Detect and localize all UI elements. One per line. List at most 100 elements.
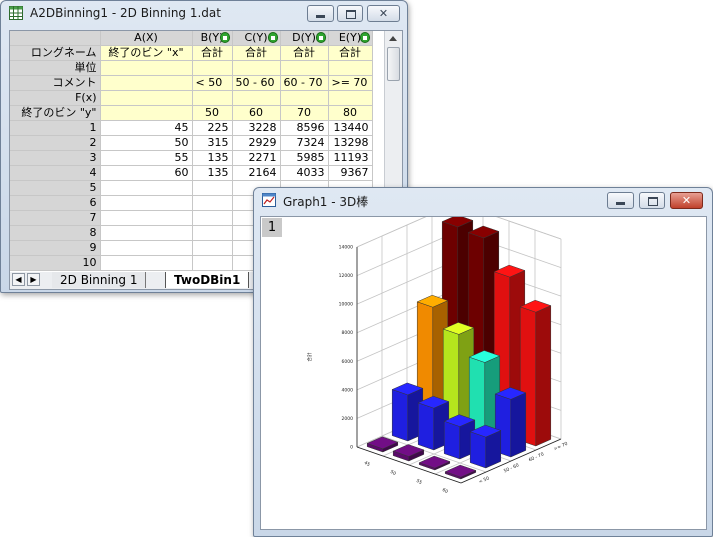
row-header[interactable]: 8 bbox=[10, 225, 101, 241]
sheet-tab-twodbin1[interactable]: TwoDBin1 bbox=[165, 272, 250, 288]
close-icon bbox=[671, 193, 702, 208]
graph-maximize-button[interactable] bbox=[639, 192, 665, 209]
meta-cell[interactable] bbox=[328, 60, 373, 76]
meta-cell[interactable] bbox=[328, 90, 373, 106]
meta-cell[interactable]: 合計 bbox=[280, 45, 329, 61]
graph-minimize-button[interactable] bbox=[607, 192, 634, 209]
meta-cell[interactable]: 60 bbox=[232, 105, 281, 121]
meta-cell[interactable] bbox=[100, 60, 193, 76]
meta-cell[interactable]: 50 bbox=[192, 105, 233, 121]
meta-cell[interactable]: 80 bbox=[328, 105, 373, 121]
data-cell[interactable]: 55 bbox=[100, 150, 193, 166]
lock-icon bbox=[359, 32, 370, 43]
data-cell[interactable]: 2271 bbox=[232, 150, 281, 166]
data-cell[interactable] bbox=[100, 195, 193, 211]
data-cell[interactable]: 50 bbox=[100, 135, 193, 151]
maximize-button[interactable] bbox=[337, 5, 363, 22]
row-header[interactable]: 3 bbox=[10, 150, 101, 166]
data-cell[interactable]: 2164 bbox=[232, 165, 281, 181]
data-cell[interactable]: 13440 bbox=[328, 120, 373, 136]
data-cell[interactable]: 60 bbox=[100, 165, 193, 181]
data-cell[interactable]: 315 bbox=[192, 135, 233, 151]
table-row: 1 45 225 3228 8596 13440 bbox=[10, 120, 373, 136]
meta-cell[interactable]: 60 - 70 bbox=[280, 75, 329, 91]
data-cell[interactable]: 8596 bbox=[280, 120, 329, 136]
data-cell[interactable]: 135 bbox=[192, 150, 233, 166]
data-cell[interactable]: 5985 bbox=[280, 150, 329, 166]
data-cell[interactable] bbox=[100, 210, 193, 226]
graph-titlebar[interactable]: Graph1 - 3D棒 bbox=[254, 188, 712, 212]
graph-close-button[interactable] bbox=[670, 192, 703, 209]
row-header[interactable]: 単位 bbox=[10, 60, 101, 76]
row-header[interactable]: 7 bbox=[10, 210, 101, 226]
meta-cell[interactable]: < 50 bbox=[192, 75, 233, 91]
row-header[interactable]: 6 bbox=[10, 195, 101, 211]
row-header[interactable]: 2 bbox=[10, 135, 101, 151]
row-header[interactable]: 10 bbox=[10, 255, 101, 271]
meta-cell[interactable]: >= 70 bbox=[328, 75, 373, 91]
meta-cell[interactable]: 合計 bbox=[232, 45, 281, 61]
meta-cell[interactable] bbox=[192, 90, 233, 106]
table-row: 4 60 135 2164 4033 9367 bbox=[10, 165, 373, 181]
data-cell[interactable] bbox=[100, 180, 193, 196]
data-cell[interactable] bbox=[192, 180, 233, 196]
meta-cell[interactable] bbox=[100, 75, 193, 91]
graph-window[interactable]: Graph1 - 3D棒 1 0200040006000800010000120… bbox=[253, 187, 713, 537]
meta-cell[interactable] bbox=[100, 105, 193, 121]
data-cell[interactable]: 45 bbox=[100, 120, 193, 136]
data-cell[interactable] bbox=[100, 240, 193, 256]
data-cell[interactable]: 4033 bbox=[280, 165, 329, 181]
meta-cell[interactable]: 合計 bbox=[328, 45, 373, 61]
row-header[interactable]: 4 bbox=[10, 165, 101, 181]
tab-next-button[interactable]: ▶ bbox=[27, 273, 40, 286]
scroll-thumb[interactable] bbox=[387, 47, 400, 81]
column-header[interactable]: C(Y) bbox=[232, 31, 281, 46]
meta-cell[interactable]: 70 bbox=[280, 105, 329, 121]
data-cell[interactable]: 135 bbox=[192, 165, 233, 181]
data-cell[interactable] bbox=[192, 210, 233, 226]
row-header[interactable]: 終了のビン "y" bbox=[10, 105, 101, 121]
meta-cell[interactable]: 合計 bbox=[192, 45, 233, 61]
row-header[interactable]: 9 bbox=[10, 240, 101, 256]
row-header[interactable]: ロングネーム bbox=[10, 45, 101, 61]
3d-bar-chart: 0 2000 4000 6000 8000 10000 12000 14000 合計 45 50 55… bbox=[306, 217, 569, 495]
meta-cell[interactable]: 終了のビン "x" bbox=[100, 45, 193, 61]
data-cell[interactable]: 2929 bbox=[232, 135, 281, 151]
row-header[interactable]: コメント bbox=[10, 75, 101, 91]
meta-cell[interactable] bbox=[232, 90, 281, 106]
data-cell[interactable]: 13298 bbox=[328, 135, 373, 151]
meta-cell[interactable] bbox=[192, 60, 233, 76]
data-cell[interactable] bbox=[192, 225, 233, 241]
row-header[interactable]: 1 bbox=[10, 120, 101, 136]
meta-cell[interactable] bbox=[280, 90, 329, 106]
column-header[interactable]: B(Y) bbox=[192, 31, 233, 46]
data-cell[interactable] bbox=[192, 240, 233, 256]
select-all-corner[interactable] bbox=[10, 31, 101, 46]
data-cell[interactable]: 225 bbox=[192, 120, 233, 136]
meta-cell[interactable] bbox=[232, 60, 281, 76]
data-cell[interactable] bbox=[100, 255, 193, 271]
tab-prev-button[interactable]: ◀ bbox=[12, 273, 25, 286]
sheet-tab-2d-binning-1[interactable]: 2D Binning 1 bbox=[52, 272, 147, 288]
data-cell[interactable] bbox=[192, 195, 233, 211]
worksheet-titlebar[interactable]: A2DBinning1 - 2D Binning 1.dat bbox=[1, 1, 407, 25]
close-button[interactable] bbox=[367, 5, 400, 22]
row-header[interactable]: F(x) bbox=[10, 90, 101, 106]
data-cell[interactable]: 11193 bbox=[328, 150, 373, 166]
meta-cell[interactable]: 50 - 60 bbox=[232, 75, 281, 91]
data-cell[interactable] bbox=[100, 225, 193, 241]
minimize-button[interactable] bbox=[307, 5, 334, 22]
column-header[interactable]: D(Y) bbox=[280, 31, 329, 46]
column-header[interactable]: E(Y) bbox=[328, 31, 373, 46]
data-cell[interactable] bbox=[192, 255, 233, 271]
graph-page[interactable]: 1 0 2000 4000 6000 8000 10000 12000 14000 合計 45 50… bbox=[260, 216, 707, 530]
scroll-up-icon[interactable] bbox=[389, 36, 397, 41]
meta-cell[interactable] bbox=[100, 90, 193, 106]
data-cell[interactable]: 3228 bbox=[232, 120, 281, 136]
meta-row: F(x) bbox=[10, 90, 373, 106]
column-header[interactable]: A(X) bbox=[100, 31, 193, 46]
data-cell[interactable]: 7324 bbox=[280, 135, 329, 151]
row-header[interactable]: 5 bbox=[10, 180, 101, 196]
data-cell[interactable]: 9367 bbox=[328, 165, 373, 181]
meta-cell[interactable] bbox=[280, 60, 329, 76]
